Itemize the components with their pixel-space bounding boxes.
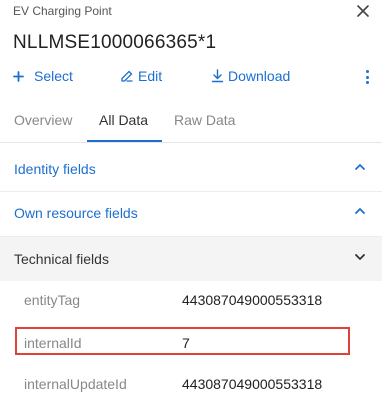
field-row-entity-tag: entityTag 443087049000553318 [0, 290, 382, 312]
toolbar: Select Edit Download [13, 68, 373, 86]
select-label: Select [34, 68, 73, 84]
download-button[interactable]: Download [211, 68, 290, 84]
field-label: entityTag [24, 292, 81, 308]
field-value: 443087049000553318 [182, 292, 323, 308]
section-own-resource-fields[interactable]: Own resource fields [0, 191, 382, 235]
panel-subtitle: EV Charging Point [13, 4, 112, 18]
section-label: Identity fields [14, 161, 96, 177]
field-label: internalUpdateId [24, 376, 127, 392]
tab-overview[interactable]: Overview [14, 112, 72, 142]
tab-bar: Overview All Data Raw Data [0, 112, 382, 142]
field-label: internalId [24, 335, 82, 351]
plus-icon [13, 70, 24, 82]
field-row-internal-update-id: internalUpdateId 443087049000553318 [0, 374, 382, 396]
select-button[interactable]: Select [13, 68, 73, 84]
edit-label: Edit [138, 68, 163, 84]
page-title: NLLMSE1000066365*1 [13, 32, 217, 53]
tabs-divider [0, 142, 382, 143]
download-label: Download [228, 68, 291, 84]
field-row-internal-id: internalId 7 [0, 333, 382, 355]
chevron-up-icon [354, 205, 366, 217]
section-identity-fields[interactable]: Identity fields [0, 147, 382, 191]
section-label: Technical fields [14, 251, 109, 267]
tab-all-data[interactable]: All Data [99, 112, 148, 142]
edit-icon [120, 69, 134, 83]
edit-button[interactable]: Edit [120, 68, 162, 84]
chevron-up-icon [354, 161, 366, 173]
close-icon[interactable] [356, 0, 370, 18]
field-value: 443087049000553318 [182, 376, 323, 392]
section-technical-fields[interactable]: Technical fields [0, 237, 382, 281]
field-value: 7 [182, 335, 190, 351]
chevron-down-icon [354, 251, 366, 263]
section-label: Own resource fields [14, 205, 138, 221]
download-icon [211, 69, 224, 83]
kebab-menu-icon[interactable] [361, 68, 373, 86]
tab-raw-data[interactable]: Raw Data [174, 112, 235, 142]
